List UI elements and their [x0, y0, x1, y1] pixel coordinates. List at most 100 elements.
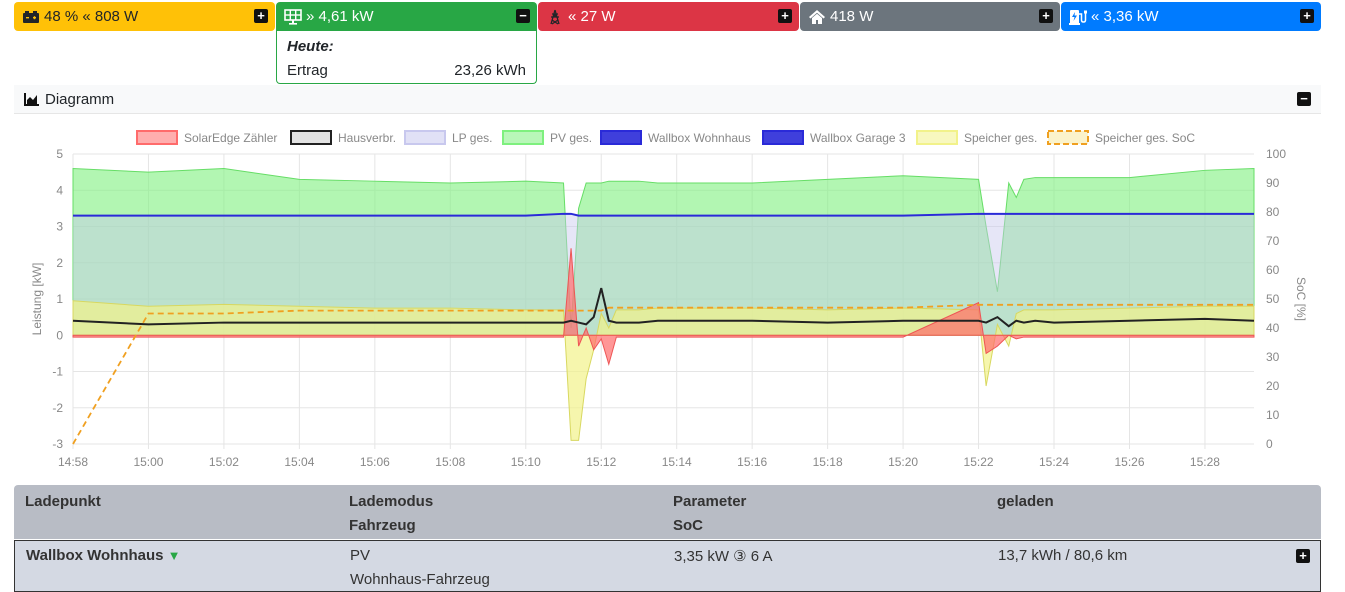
house-icon — [808, 9, 826, 25]
table-row[interactable]: Wallbox Wohnhaus ▼ PV Wohnhaus-Fahrzeug … — [14, 540, 1321, 592]
legend-swatch — [916, 130, 958, 145]
pv-summary: » 4,61 kW — [306, 8, 374, 25]
charging-station-icon — [1069, 9, 1087, 25]
x-tick-label: 15:00 — [133, 455, 163, 469]
legend-swatch — [290, 130, 332, 145]
y-tick-label: 5 — [56, 147, 63, 161]
pv-detail-heading: Heute: — [287, 38, 334, 55]
pv-yield-label: Ertrag — [287, 62, 328, 79]
y-tick-label: 1 — [56, 292, 63, 306]
y2-tick-label: 90 — [1266, 176, 1280, 190]
y2-tick-label: 70 — [1266, 234, 1280, 248]
x-tick-label: 15:28 — [1190, 455, 1220, 469]
legend-swatch — [502, 130, 544, 145]
header-soc: SoC — [673, 517, 703, 534]
expand-icon[interactable]: + — [1300, 9, 1314, 23]
area-chart-icon — [24, 92, 40, 106]
header-chargepoint: Ladepunkt — [25, 493, 101, 510]
y-tick-label: 4 — [56, 183, 63, 197]
power-pylon-icon — [546, 9, 564, 25]
solar-panel-icon — [284, 8, 302, 25]
battery-tile[interactable]: 48 % « 808 W + — [14, 2, 275, 31]
y2-tick-label: 100 — [1266, 147, 1286, 161]
grid-tile[interactable]: « 27 W + — [538, 2, 799, 31]
y-tick-label: -1 — [52, 365, 63, 379]
charge-parameters: 3,35 kW ③ 6 A — [674, 548, 773, 565]
x-tick-label: 15:14 — [662, 455, 692, 469]
y-axis-label: Leistung [kW] — [30, 263, 44, 336]
legend-label: Hausverbr. — [338, 131, 396, 145]
pv-yield-value: 23,26 kWh — [454, 62, 526, 79]
y2-tick-label: 40 — [1266, 321, 1280, 335]
legend-label: Wallbox Wohnhaus — [648, 131, 751, 145]
x-tick-label: 15:26 — [1114, 455, 1144, 469]
collapse-icon[interactable]: − — [516, 9, 530, 23]
plug-icon: ▼ — [167, 548, 181, 563]
header-mode: Lademodus — [349, 493, 434, 510]
pv-tile[interactable]: » 4,61 kW − — [276, 2, 537, 31]
x-tick-label: 15:10 — [511, 455, 541, 469]
y-tick-label: 3 — [56, 220, 63, 234]
chargepoint-name: Wallbox Wohnhaus — [26, 547, 164, 564]
header-charged: geladen — [997, 493, 1054, 510]
power-chart: 5 4 3 2 1 0 -1 -2 -3 100 90 80 70 60 50 40 30 20 10 0 14:58 1… — [14, 114, 1321, 484]
legend-label: Wallbox Garage 3 — [810, 131, 906, 145]
chargepoint-tile[interactable]: « 3,36 kW + — [1061, 2, 1321, 31]
y2-tick-label: 80 — [1266, 205, 1280, 219]
collapse-icon[interactable]: − — [1297, 92, 1311, 106]
x-tick-label: 15:08 — [435, 455, 465, 469]
expand-icon[interactable]: + — [254, 9, 268, 23]
vehicle-name: Wohnhaus-Fahrzeug — [350, 571, 490, 588]
header-vehicle: Fahrzeug — [349, 517, 416, 534]
legend-label: Speicher ges. SoC — [1095, 131, 1195, 145]
chargepoint-table: Ladepunkt Lademodus Fahrzeug Parameter S… — [14, 485, 1321, 592]
legend-label: Speicher ges. — [964, 131, 1037, 145]
x-tick-label: 15:16 — [737, 455, 767, 469]
x-tick-label: 15:24 — [1039, 455, 1069, 469]
x-tick-label: 14:58 — [58, 455, 88, 469]
x-tick-label: 15:06 — [360, 455, 390, 469]
legend-swatch — [600, 130, 642, 145]
grid-summary: « 27 W — [568, 8, 616, 25]
charged-energy: 13,7 kWh / 80,6 km — [998, 547, 1128, 564]
x-tick-label: 15:12 — [586, 455, 616, 469]
y-tick-label: 0 — [56, 328, 63, 342]
house-tile[interactable]: 418 W + — [800, 2, 1060, 31]
diagram-title: Diagramm — [45, 91, 115, 108]
y-tick-label: -3 — [52, 437, 63, 451]
legend-label: LP ges. — [452, 131, 492, 145]
expand-icon[interactable]: + — [1039, 9, 1053, 23]
expand-icon[interactable]: + — [778, 9, 792, 23]
legend-label: PV ges. — [550, 131, 592, 145]
y-tick-label: 2 — [56, 256, 63, 270]
y2-tick-label: 10 — [1266, 408, 1280, 422]
y2-tick-label: 30 — [1266, 350, 1280, 364]
y2-axis-label: SoC [%] — [1294, 277, 1308, 321]
charge-mode[interactable]: PV — [350, 547, 370, 564]
y2-tick-label: 60 — [1266, 263, 1280, 277]
x-tick-label: 15:04 — [284, 455, 314, 469]
y2-tick-label: 20 — [1266, 379, 1280, 393]
house-summary: 418 W — [830, 8, 874, 25]
legend-swatch — [404, 130, 446, 145]
table-header: Ladepunkt Lademodus Fahrzeug Parameter S… — [14, 485, 1321, 539]
x-tick-label: 15:20 — [888, 455, 918, 469]
legend-swatch — [136, 130, 178, 145]
legend-swatch — [762, 130, 804, 145]
y-tick-label: -2 — [52, 401, 63, 415]
car-battery-icon — [22, 9, 40, 25]
header-parameter: Parameter — [673, 493, 747, 510]
power-chart-svg: 543210-1-2-3100908070605040302010014:58 1… — [30, 130, 1308, 469]
expand-icon[interactable]: + — [1296, 549, 1310, 563]
x-tick-label: 15:18 — [813, 455, 843, 469]
pv-detail-panel: Heute: Ertrag 23,26 kWh — [276, 31, 537, 84]
y2-tick-label: 50 — [1266, 292, 1280, 306]
legend-label: SolarEdge Zähler — [184, 131, 277, 145]
chargepoint-summary: « 3,36 kW — [1091, 8, 1159, 25]
diagram-header[interactable]: Diagramm − — [14, 85, 1321, 114]
legend-swatch — [1047, 130, 1089, 145]
y2-tick-label: 0 — [1266, 437, 1273, 451]
chargepoint-name-cell: Wallbox Wohnhaus ▼ — [26, 547, 181, 564]
battery-summary: 48 % « 808 W — [44, 8, 139, 25]
x-tick-label: 15:22 — [964, 455, 994, 469]
